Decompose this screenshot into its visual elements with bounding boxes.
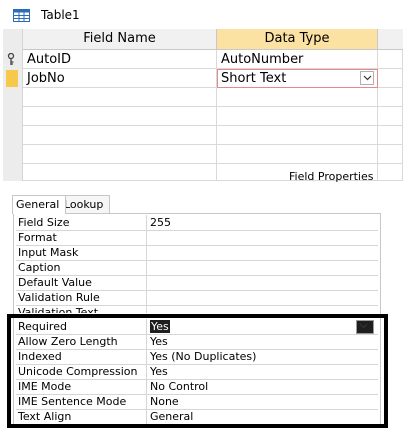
current-row-marker — [6, 70, 18, 87]
property-value[interactable]: Yes — [150, 364, 376, 379]
row-selector-jobno[interactable] — [3, 69, 22, 88]
property-row-caption[interactable]: Caption — [16, 260, 378, 276]
window-title: Table1 — [41, 8, 80, 22]
property-row-validation-rule[interactable]: Validation Rule — [16, 290, 378, 306]
property-value[interactable] — [150, 275, 376, 290]
property-value[interactable]: General — [150, 409, 376, 424]
table-row — [23, 126, 403, 145]
property-name: Input Mask — [16, 245, 147, 260]
property-value[interactable]: Yes — [150, 334, 376, 349]
property-name: IME Mode — [16, 379, 147, 394]
description-cell[interactable] — [378, 145, 403, 164]
table-row — [23, 88, 403, 107]
property-value[interactable] — [150, 245, 376, 260]
description-cell[interactable] — [378, 50, 403, 69]
data-type-dropdown-button[interactable] — [360, 71, 374, 85]
property-name: Allow Zero Length — [16, 334, 147, 349]
property-name: Validation Rule — [16, 290, 147, 305]
property-row-indexed[interactable]: Indexed Yes (No Duplicates) — [16, 349, 378, 365]
property-name: Default Value — [16, 275, 147, 290]
property-name: Format — [16, 230, 147, 245]
description-cell[interactable] — [378, 164, 403, 181]
table-icon — [13, 9, 30, 22]
property-value[interactable]: Yes (No Duplicates) — [150, 349, 376, 364]
property-value[interactable] — [150, 260, 376, 275]
property-row-ime-mode[interactable]: IME Mode No Control — [16, 379, 378, 395]
chevron-down-icon — [359, 323, 368, 329]
property-value[interactable]: None — [150, 394, 376, 409]
description-header[interactable] — [378, 29, 403, 50]
table-row — [23, 107, 403, 126]
tab-lookup[interactable]: Lookup — [60, 195, 110, 213]
data-type-cell[interactable] — [217, 145, 378, 164]
description-cell[interactable] — [378, 88, 403, 107]
property-row-unicode-compression[interactable]: Unicode Compression Yes — [16, 364, 378, 380]
data-type-cell[interactable] — [217, 126, 378, 145]
property-row-input-mask[interactable]: Input Mask — [16, 245, 378, 261]
property-row-text-align[interactable]: Text Align General — [16, 409, 378, 425]
property-name: Required — [16, 319, 147, 334]
property-name: Field Size — [16, 215, 147, 230]
property-row-format[interactable]: Format — [16, 230, 378, 246]
field-properties-panel: Field Size 255 Format Input Mask Caption… — [13, 213, 381, 428]
property-name: IME Sentence Mode — [16, 394, 147, 409]
property-name: Unicode Compression — [16, 364, 147, 379]
property-name: Indexed — [16, 349, 147, 364]
window-titlebar: Table1 — [0, 0, 406, 28]
description-cell[interactable] — [378, 126, 403, 145]
tab-general[interactable]: General — [12, 195, 66, 214]
table-design-grid: Field Name Data Type AutoID AutoNumber J… — [3, 29, 403, 181]
data-type-select[interactable]: Short Text — [217, 69, 378, 88]
property-row-validation-text[interactable]: Validation Text — [16, 305, 378, 313]
field-name-header[interactable]: Field Name — [23, 29, 217, 50]
property-row-required[interactable]: Required Yes — [16, 319, 378, 335]
property-name: Caption — [16, 260, 147, 275]
required-select[interactable]: Yes — [150, 319, 376, 334]
field-name-cell[interactable]: JobNo — [23, 69, 217, 88]
field-name-cell[interactable] — [23, 126, 217, 145]
row-selector-autoid[interactable] — [3, 50, 22, 69]
table-row — [23, 145, 403, 164]
table-row: AutoID AutoNumber — [23, 50, 403, 69]
property-row-default-value[interactable]: Default Value — [16, 275, 378, 291]
description-cell[interactable] — [378, 69, 403, 88]
property-value[interactable] — [150, 305, 376, 313]
field-name-cell[interactable] — [23, 164, 217, 181]
field-name-cell[interactable] — [23, 88, 217, 107]
property-row-field-size[interactable]: Field Size 255 — [16, 215, 378, 231]
property-name: Text Align — [16, 409, 147, 424]
property-row-allow-zero-length[interactable]: Allow Zero Length Yes — [16, 334, 378, 350]
data-type-value: Short Text — [221, 71, 287, 86]
field-properties-label: Field Properties — [289, 170, 374, 183]
required-value: Yes — [150, 320, 170, 333]
field-name-cell[interactable] — [23, 107, 217, 126]
chevron-down-icon — [363, 75, 372, 81]
data-type-cell[interactable] — [217, 88, 378, 107]
property-value[interactable] — [150, 230, 376, 245]
table-row: JobNo Short Text — [23, 69, 403, 88]
key-icon — [7, 52, 15, 69]
data-type-header[interactable]: Data Type — [217, 29, 378, 50]
property-value[interactable]: No Control — [150, 379, 376, 394]
property-value[interactable]: 255 — [150, 215, 376, 230]
required-dropdown-button[interactable] — [356, 320, 374, 334]
property-row-ime-sentence-mode[interactable]: IME Sentence Mode None — [16, 394, 378, 410]
field-name-cell[interactable]: AutoID — [23, 50, 217, 69]
property-name: Validation Text — [16, 305, 147, 313]
property-value[interactable] — [150, 290, 376, 305]
data-type-cell[interactable]: AutoNumber — [217, 50, 378, 69]
data-type-cell[interactable] — [217, 107, 378, 126]
description-cell[interactable] — [378, 107, 403, 126]
field-name-cell[interactable] — [23, 145, 217, 164]
